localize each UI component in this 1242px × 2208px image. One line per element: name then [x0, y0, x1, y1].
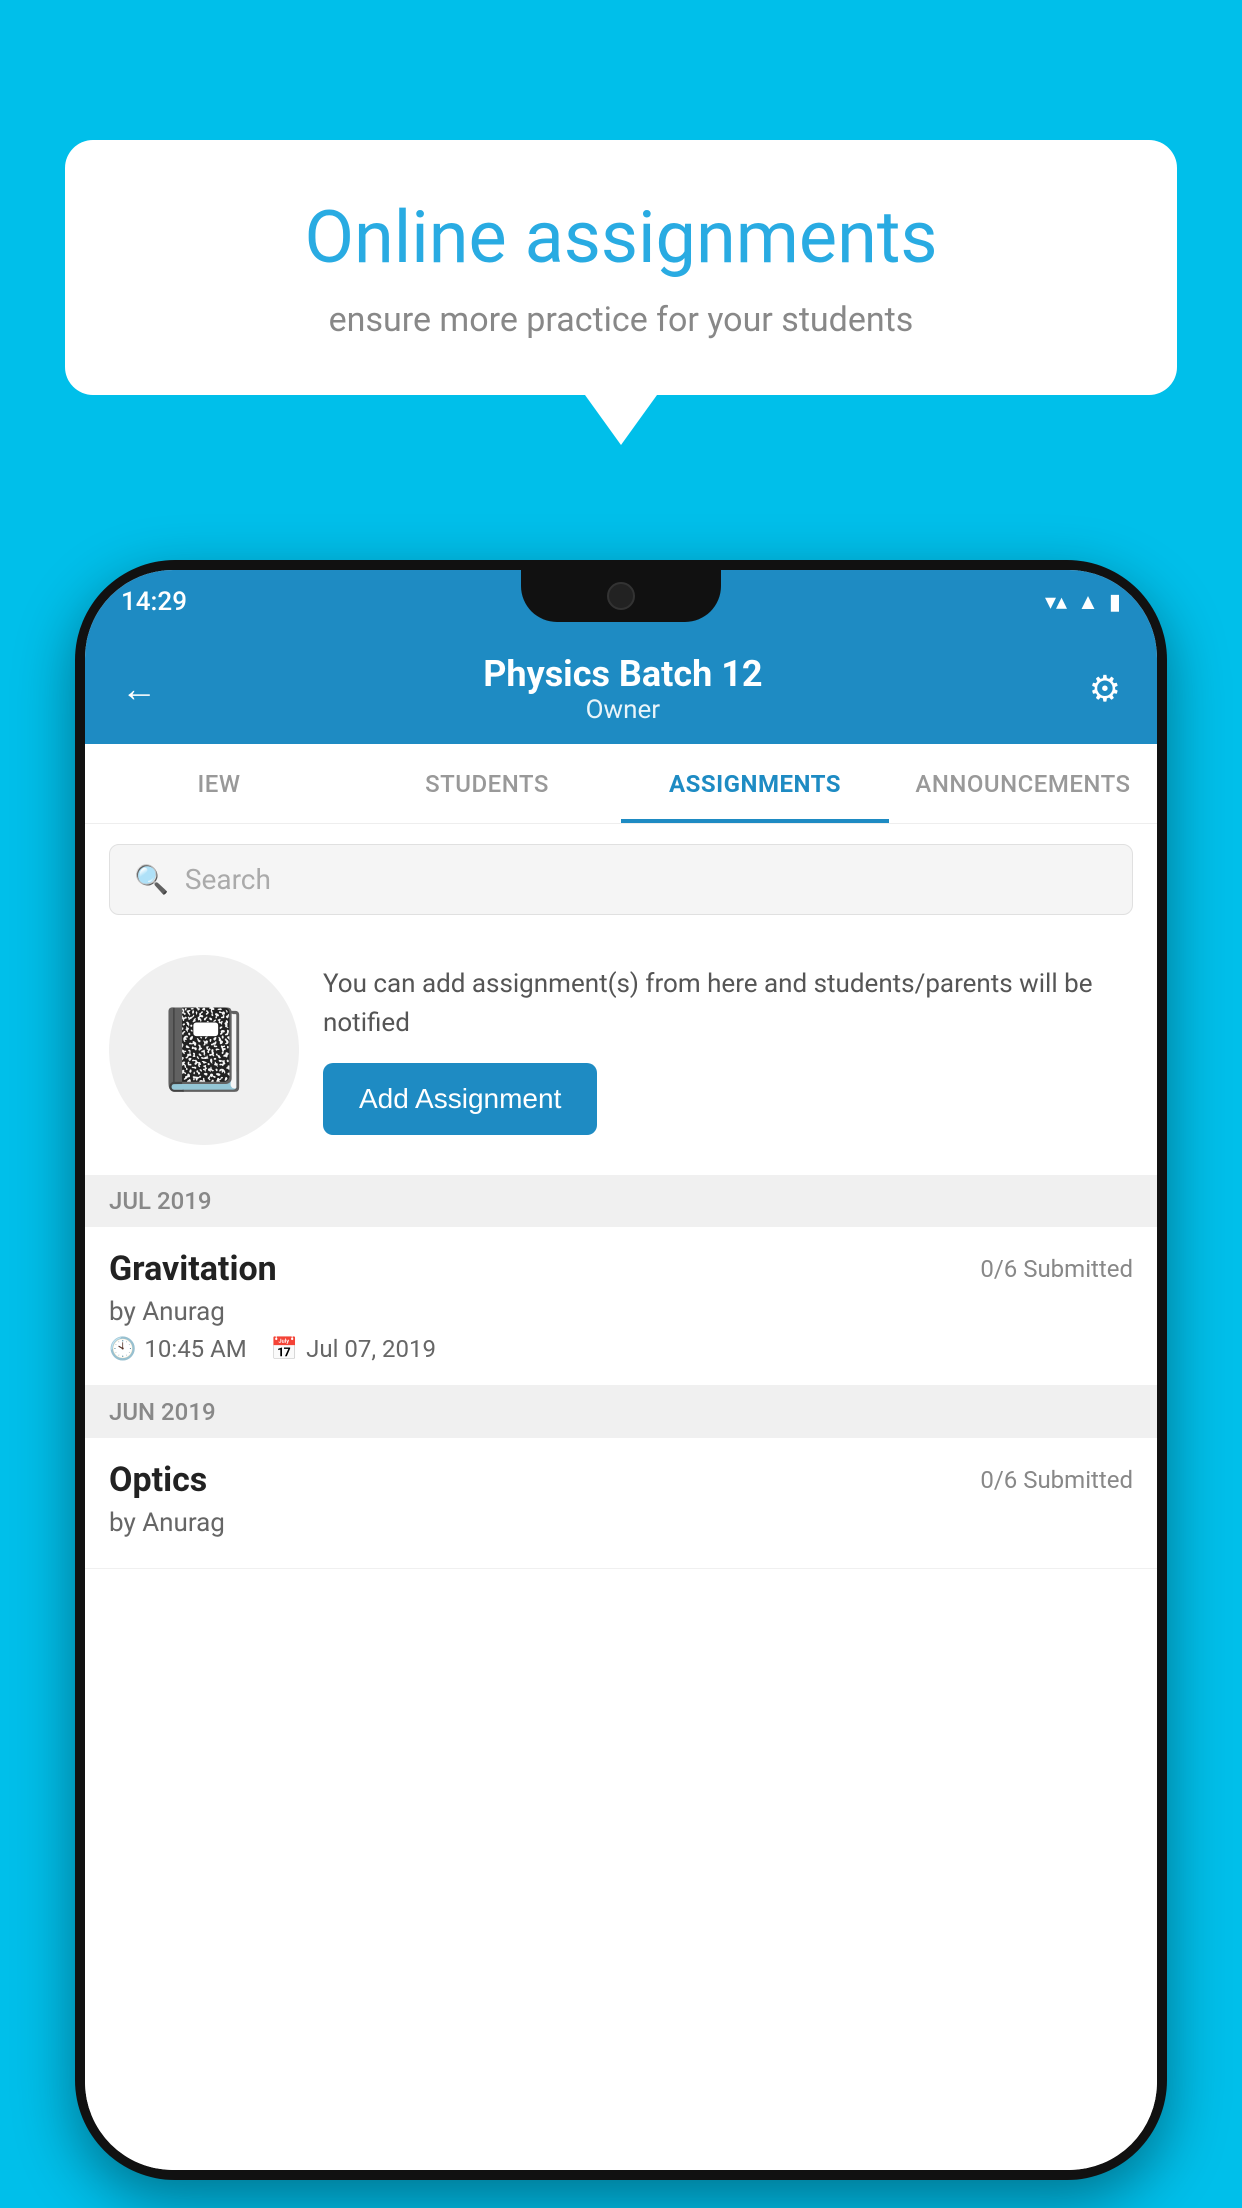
signal-icon: ▲ [1077, 589, 1099, 615]
section-jul-2019: JUL 2019 [85, 1175, 1157, 1227]
search-bar[interactable]: 🔍 Search [109, 844, 1133, 915]
add-assignment-button[interactable]: Add Assignment [323, 1063, 597, 1135]
clock-icon: 🕙 [109, 1337, 136, 1362]
assignment-gravitation[interactable]: Gravitation 0/6 Submitted by Anurag 🕙 10… [85, 1227, 1157, 1386]
status-icons: ▾▴ ▲ ▮ [1045, 589, 1121, 615]
speech-bubble-subtitle: ensure more practice for your students [125, 300, 1117, 340]
assignment-gravitation-submitted: 0/6 Submitted [980, 1255, 1133, 1283]
promo-section: 📓 You can add assignment(s) from here an… [85, 935, 1157, 1175]
assignment-optics-by: by Anurag [109, 1508, 1133, 1538]
speech-bubble-title: Online assignments [125, 195, 1117, 280]
promo-right: You can add assignment(s) from here and … [323, 965, 1133, 1135]
battery-icon: ▮ [1109, 590, 1121, 615]
assignment-optics-submitted: 0/6 Submitted [980, 1466, 1133, 1494]
tab-assignments[interactable]: ASSIGNMENTS [621, 744, 889, 823]
speech-bubble-arrow [585, 395, 657, 445]
assignment-gravitation-date: 📅 Jul 07, 2019 [271, 1335, 436, 1363]
calendar-icon: 📅 [271, 1337, 298, 1362]
assignment-optics-header: Optics 0/6 Submitted [109, 1460, 1133, 1500]
section-jun-2019: JUN 2019 [85, 1386, 1157, 1438]
phone-camera [607, 582, 635, 610]
wifi-icon: ▾▴ [1045, 590, 1067, 615]
phone-notch [521, 570, 721, 622]
speech-bubble-container: Online assignments ensure more practice … [65, 140, 1177, 445]
promo-text: You can add assignment(s) from here and … [323, 965, 1133, 1043]
tab-iew[interactable]: IEW [85, 744, 353, 823]
assignment-gravitation-meta: 🕙 10:45 AM 📅 Jul 07, 2019 [109, 1335, 1133, 1363]
assignment-gravitation-title: Gravitation [109, 1249, 277, 1289]
tabs-bar: IEW STUDENTS ASSIGNMENTS ANNOUNCEMENTS [85, 744, 1157, 824]
phone-screen: 14:29 ▾▴ ▲ ▮ ← Physics Batch 12 Owner ⚙ … [85, 570, 1157, 2170]
header-subtitle: Owner [157, 695, 1089, 725]
speech-bubble: Online assignments ensure more practice … [65, 140, 1177, 395]
tab-announcements[interactable]: ANNOUNCEMENTS [889, 744, 1157, 823]
settings-icon[interactable]: ⚙ [1089, 668, 1121, 710]
back-button[interactable]: ← [121, 668, 157, 710]
search-icon: 🔍 [134, 863, 169, 896]
assignment-gravitation-header: Gravitation 0/6 Submitted [109, 1249, 1133, 1289]
assignment-gravitation-time: 🕙 10:45 AM [109, 1335, 247, 1363]
assignment-gravitation-by: by Anurag [109, 1297, 1133, 1327]
promo-icon-circle: 📓 [109, 955, 299, 1145]
status-time: 14:29 [121, 587, 187, 617]
assignment-optics-title: Optics [109, 1460, 207, 1500]
header-center: Physics Batch 12 Owner [157, 653, 1089, 725]
phone-content: 🔍 Search 📓 You can add assignment(s) fro… [85, 824, 1157, 2170]
notebook-icon: 📓 [154, 1003, 254, 1097]
assignment-optics[interactable]: Optics 0/6 Submitted by Anurag [85, 1438, 1157, 1569]
search-placeholder: Search [185, 863, 271, 896]
header-title: Physics Batch 12 [157, 653, 1089, 695]
app-header: ← Physics Batch 12 Owner ⚙ [85, 634, 1157, 744]
tab-students[interactable]: STUDENTS [353, 744, 621, 823]
phone-frame: 14:29 ▾▴ ▲ ▮ ← Physics Batch 12 Owner ⚙ … [75, 560, 1167, 2180]
